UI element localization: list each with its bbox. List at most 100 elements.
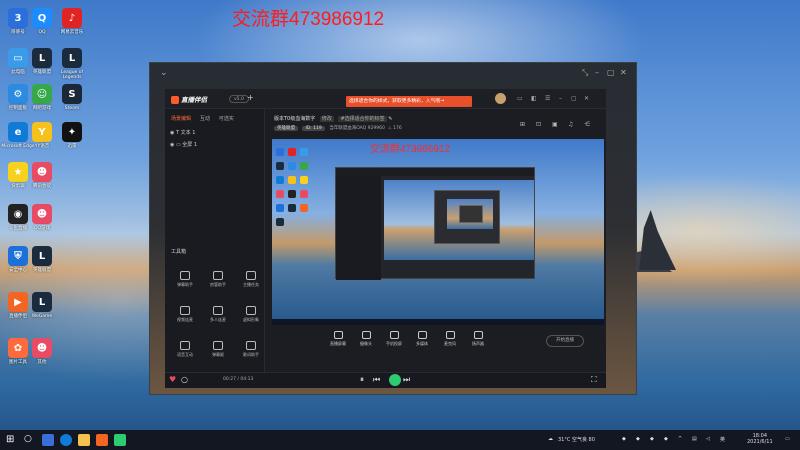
skin-icon[interactable]: ◧ [531,95,537,102]
app-icon[interactable] [114,434,126,446]
capture-control-button[interactable]: 多媒体 [410,331,434,347]
folder-icon[interactable] [78,434,90,446]
tool-button[interactable]: 语音互动 [170,341,200,358]
nested-preview-2 [447,199,493,229]
volume-icon[interactable]: ◁ [706,436,710,442]
network-icon[interactable]: ▤ [692,436,697,442]
tool-label: 多人连麦 [210,317,226,322]
windows-start-icon[interactable]: ⊞ [6,434,18,446]
share-icon[interactable]: ⋲ [584,121,590,128]
heart-icon[interactable]: ♥ [169,375,176,384]
close-icon[interactable]: ✕ [584,95,589,102]
desktop-icon[interactable]: L League of Legends [52,48,92,80]
clock[interactable]: 18:04 2021/6/11 [747,433,773,445]
edge-icon[interactable] [60,434,72,446]
app-logo-text: 直播伴侣 [181,96,207,104]
stream-preview[interactable]: 交流群473986912 [272,139,604,325]
maximize-icon[interactable]: ▢ [607,68,615,77]
capture-control-button[interactable]: 手机投屏 [382,331,406,347]
tray-icon[interactable]: ◆ [636,436,640,442]
app-icon: ☻ [32,162,52,182]
capture-control-button[interactable]: 直播屏幕 [326,331,350,347]
capture-control-button[interactable]: 扬声器 [466,331,490,347]
play-button[interactable] [389,374,401,386]
shrink-icon[interactable]: ⤡ [582,68,588,78]
tool-button[interactable]: 视频连麦 [170,306,200,323]
tool-button[interactable]: 弹幕姬 [203,341,233,358]
tool-button[interactable]: 弹幕助手 [170,271,200,288]
tab-optional[interactable]: 可选实 [219,116,234,122]
pencil-icon[interactable]: ✎ [388,116,392,122]
edit-title-button[interactable]: 修改 [319,116,334,122]
stream-title[interactable]: 版本T0级血海数字 [274,116,315,122]
tool-button[interactable]: 歌词助手 [236,341,266,358]
live-companion-icon[interactable] [96,434,108,446]
avatar[interactable] [495,93,506,104]
desktop-icon[interactable]: S Steam [52,84,92,111]
tab-scene[interactable]: 场景编辑 [171,116,191,122]
desktop-icon[interactable]: ☻ 腾讯会议 [22,162,62,189]
eye-icon[interactable]: ◉ [170,130,174,136]
control-label: 直播屏幕 [330,341,346,346]
weather-icon[interactable]: ☁ [548,436,553,442]
start-live-button[interactable]: 开始直播 [546,335,584,347]
message-icon[interactable]: ▭ [517,95,523,102]
tray-icon[interactable]: ◆ [664,436,668,442]
preview-icon [276,176,284,184]
add-icon[interactable]: + [247,93,254,102]
desktop-icon[interactable]: L WeGame [22,292,62,319]
desktop-icon[interactable]: L 英雄联盟 [22,246,62,273]
close-icon[interactable]: ✕ [620,68,627,77]
tool-icon [180,341,190,350]
source-item[interactable]: ◉ ▭ 全屏 1 [170,141,197,148]
ime-icon[interactable]: 英 [720,436,725,443]
source-item[interactable]: ◉ T 文本 1 [170,129,195,136]
outer-window-titlebar: ⌄ ⤡ – ▢ ✕ [150,63,636,85]
desktop-icon[interactable]: ☻ 其他 [22,338,62,365]
desktop-icon[interactable]: ✦ 迅雷 [52,122,92,149]
toolbox-title: 工具箱 [171,249,187,255]
eye-icon[interactable]: ◉ [170,142,174,148]
weather-text[interactable]: 31°C 空气良 80 [558,436,595,443]
pause-icon[interactable]: ⏸ [360,375,364,385]
tray-icon[interactable]: ◆ [650,436,654,442]
capture-control-button[interactable]: 摄像头 [354,331,378,347]
bell-icon[interactable]: ♫ [568,121,573,128]
tool-button[interactable]: 房管助手 [203,271,233,288]
tool-button[interactable]: 多人连麦 [203,306,233,323]
tool-button[interactable]: 虚拟形象 [236,306,266,323]
next-icon[interactable]: ⏭ [403,375,410,385]
preview-icon [288,148,296,156]
fullscreen-icon[interactable]: ⛶ [591,375,597,385]
tool-button[interactable]: 主播任务 [236,271,266,288]
minimize-icon[interactable]: – [595,68,599,77]
notification-icon[interactable]: ▭ [785,436,790,442]
grid-icon[interactable]: ⊞ [520,121,525,128]
search-icon[interactable]: ○ [24,434,36,446]
prev-icon[interactable]: ⏮ [373,375,380,385]
maximize-icon[interactable]: ▢ [571,95,577,102]
minimize-icon[interactable]: – [559,95,562,102]
tool-icon [246,341,256,350]
lock-icon[interactable]: ⊡ [536,121,541,128]
desktop-icon[interactable]: ♪ 网易云音乐 [52,8,92,35]
stream-meta-row: 英雄联盟 ID: 119 当年联盟血海OAQ 929960 ♨ 176 [274,125,402,131]
desktop-icon-label: 其他 [37,360,47,365]
chevron-up-icon[interactable]: ^ [678,436,682,442]
desktop-icon-label: 网易云音乐 [60,30,84,35]
source-label: 全屏 1 [182,142,198,148]
task-view-icon[interactable] [42,434,54,446]
desktop-icon[interactable]: ☻ QQ游戏 [22,204,62,231]
category-badge[interactable]: 英雄联盟 [274,126,298,131]
stream-tag[interactable]: #选择适合你的标签 [338,116,387,122]
promo-banner[interactable]: 选择适合你的样式，获取更多精彩，入气哦→ [346,96,472,107]
preview-icon [288,162,296,170]
tray-icon[interactable]: ◆ [622,436,626,442]
comment-icon[interactable]: ○ [181,375,188,384]
version-badge[interactable]: v5.0 [229,95,249,103]
chevron-down-icon[interactable]: ⌄ [160,68,168,78]
record-icon[interactable]: ▣ [552,121,558,128]
tab-interact[interactable]: 互动 [200,116,210,122]
menu-icon[interactable]: ☰ [545,95,550,102]
capture-control-button[interactable]: 麦克风 [438,331,462,347]
